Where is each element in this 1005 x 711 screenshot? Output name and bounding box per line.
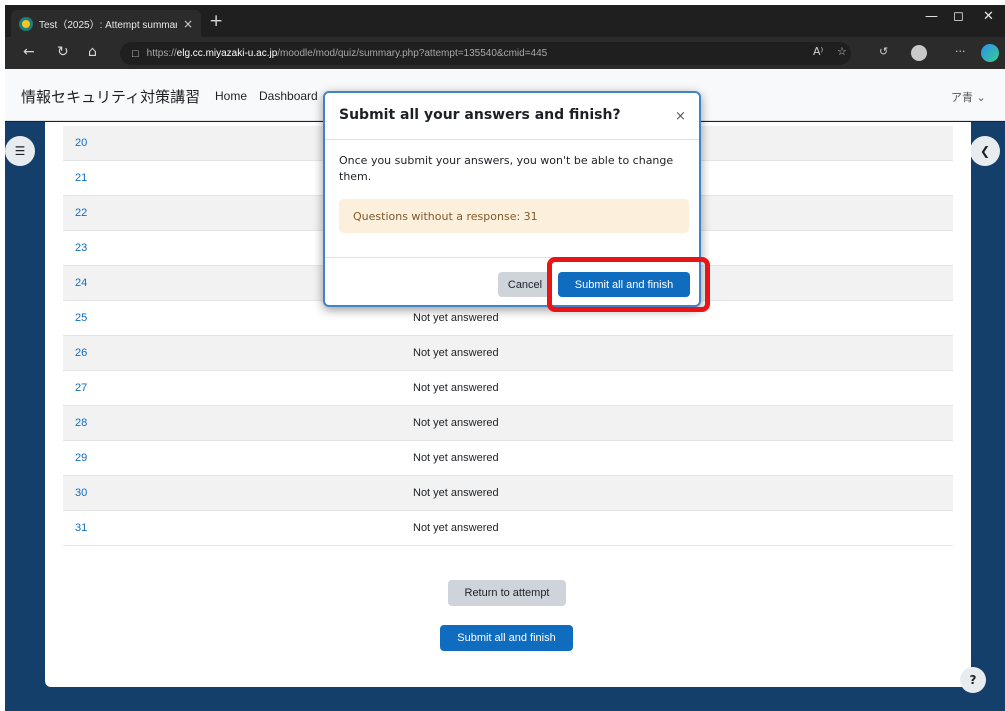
url-path: /moodle/mod/quiz/summary.php?attempt=135… [277,48,548,59]
question-number-link[interactable]: 21 [75,172,87,184]
profile-avatar[interactable] [911,45,927,61]
table-row: 27 Not yet answered [63,371,953,406]
url-prefix: https:// [146,48,177,59]
question-status: Not yet answered [413,452,499,464]
question-status: Not yet answered [413,382,499,394]
table-row: 28 Not yet answered [63,406,953,441]
question-status: Not yet answered [413,487,499,499]
dialog-message: Once you submit your answers, you won't … [339,154,674,183]
read-aloud-icon[interactable]: A⁾ [813,45,823,58]
question-number-link[interactable]: 28 [75,417,87,429]
question-status: Not yet answered [413,417,499,429]
table-row: 26 Not yet answered [63,336,953,371]
browser-tab[interactable]: Test（2025）: Attempt summary | × [11,10,201,37]
dialog-close-icon[interactable]: × [675,109,686,124]
back-icon[interactable]: ← [23,44,35,60]
maximize-icon[interactable]: ◻ [953,9,964,24]
address-bar-row: ← ↻ ⌂ □ https://elg.cc.miyazaki-u.ac.jp /… [5,37,1005,69]
dialog-title: Submit all your answers and finish? [339,107,621,123]
cancel-button[interactable]: Cancel [498,272,552,297]
return-to-attempt-button[interactable]: Return to attempt [448,580,566,606]
help-icon[interactable]: ? [960,667,986,693]
tab-strip: Test（2025）: Attempt summary | × + — ◻ ✕ [5,5,1005,37]
close-window-icon[interactable]: ✕ [983,9,994,24]
question-number-link[interactable]: 22 [75,207,87,219]
extension-icon[interactable]: ↺ [879,45,888,58]
divider [325,139,699,140]
table-row: 29 Not yet answered [63,441,953,476]
minimize-icon[interactable]: — [925,9,938,24]
nav-dashboard-link[interactable]: Dashboard [259,89,318,103]
submit-all-button[interactable]: Submit all and finish [440,625,573,651]
more-menu-icon[interactable]: ··· [955,45,966,58]
question-status: Not yet answered [413,312,499,324]
favorite-star-icon[interactable]: ☆ [837,45,847,58]
question-number-link[interactable]: 24 [75,277,87,289]
course-index-toggle-icon[interactable]: ☰ [5,136,35,166]
table-row: 31 Not yet answered [63,511,953,546]
question-number-link[interactable]: 20 [75,137,87,149]
url-field[interactable]: □ https://elg.cc.miyazaki-u.ac.jp/moodle… [120,42,851,65]
site-name[interactable]: 情報セキュリティ対策講習 [21,86,200,107]
lock-icon: □ [132,47,139,60]
question-status: Not yet answered [413,347,499,359]
question-number-link[interactable]: 27 [75,382,87,394]
tab-title: Test（2025）: Attempt summary | [39,20,177,31]
question-number-link[interactable]: 29 [75,452,87,464]
question-status: Not yet answered [413,522,499,534]
moodle-favicon-icon [19,16,33,31]
home-icon[interactable]: ⌂ [88,44,97,60]
block-drawer-toggle-icon[interactable]: ❮ [970,136,1000,166]
question-number-link[interactable]: 30 [75,487,87,499]
tab-close-icon[interactable]: × [183,17,193,31]
highlight-annotation [547,257,710,312]
question-number-link[interactable]: 23 [75,242,87,254]
question-number-link[interactable]: 26 [75,347,87,359]
nav-home-link[interactable]: Home [215,89,247,103]
new-tab-icon[interactable]: + [209,11,223,31]
browser-window: Test（2025）: Attempt summary | × + — ◻ ✕ … [5,5,1005,711]
question-number-link[interactable]: 31 [75,522,87,534]
user-menu[interactable]: ア青 ⌄ [951,89,986,105]
refresh-icon[interactable]: ↻ [57,44,69,60]
table-row: 30 Not yet answered [63,476,953,511]
unanswered-alert: Questions without a response: 31 [339,199,689,233]
question-number-link[interactable]: 25 [75,312,87,324]
url-host: elg.cc.miyazaki-u.ac.jp [176,48,278,59]
copilot-icon[interactable] [981,44,999,62]
